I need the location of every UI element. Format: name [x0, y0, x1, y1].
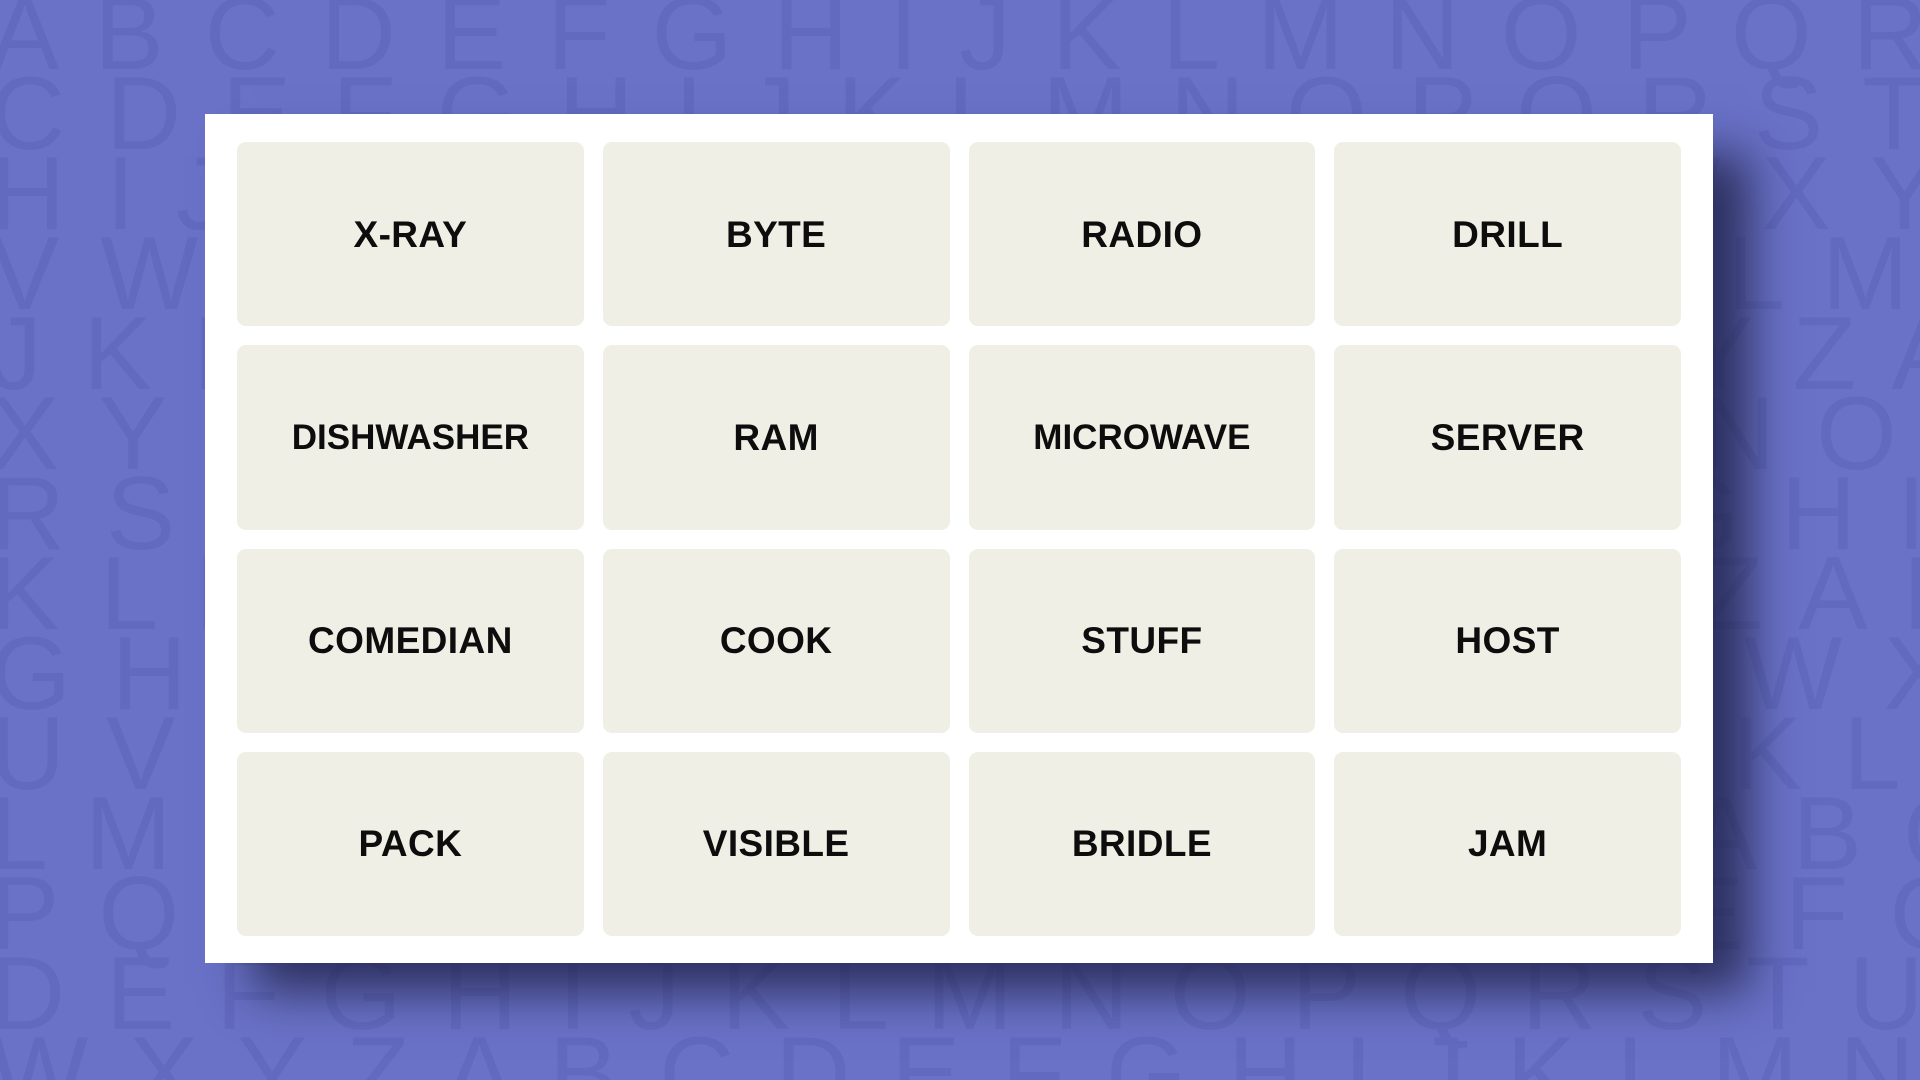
puzzle-tile-label: SERVER — [1430, 416, 1585, 458]
wallpaper-letter-row: A B C D E F G H I J K L M N O P Q R S T … — [0, 0, 1920, 92]
puzzle-tile-label: STUFF — [1081, 620, 1203, 662]
puzzle-tile[interactable]: COOK — [602, 548, 950, 733]
puzzle-tile[interactable]: X-RAY — [237, 142, 584, 327]
puzzle-tile-label: HOST — [1455, 620, 1560, 662]
puzzle-tile-label: BRIDLE — [1071, 823, 1212, 865]
puzzle-grid: X-RAY BYTE RADIO DRILL DISHWASHER RAM MICROWAV… — [237, 142, 1681, 936]
puzzle-tile-label: DRILL — [1452, 213, 1564, 255]
puzzle-tile[interactable]: RADIO — [968, 142, 1316, 327]
puzzle-card: X-RAY BYTE RADIO DRILL DISHWASHER RAM MICROWAV… — [205, 114, 1713, 963]
puzzle-tile-label: RAM — [733, 416, 819, 458]
puzzle-tile-label: BYTE — [725, 213, 827, 255]
puzzle-tile[interactable]: BRIDLE — [968, 751, 1316, 936]
puzzle-tile[interactable]: DISHWASHER — [237, 345, 584, 530]
puzzle-tile[interactable]: VISIBLE — [602, 751, 950, 936]
puzzle-tile-label: JAM — [1467, 823, 1548, 865]
puzzle-tile-label: X-RAY — [353, 213, 468, 255]
puzzle-tile[interactable]: MICROWAVE — [968, 345, 1316, 530]
puzzle-tile-label: RADIO — [1081, 213, 1203, 255]
puzzle-tile-label: COMEDIAN — [308, 620, 513, 662]
wallpaper-letter-row: W X Y Z A B C D E F G H I J K L M N O P … — [0, 1016, 1920, 1080]
puzzle-tile[interactable]: DRILL — [1334, 142, 1681, 327]
puzzle-tile[interactable]: RAM — [602, 345, 950, 530]
puzzle-tile[interactable]: COMEDIAN — [237, 548, 584, 733]
puzzle-tile[interactable]: BYTE — [602, 142, 950, 327]
puzzle-tile[interactable]: SERVER — [1334, 345, 1681, 530]
puzzle-tile-label: VISIBLE — [702, 823, 850, 865]
puzzle-tile-label: PACK — [358, 823, 463, 865]
puzzle-tile-label: DISHWASHER — [291, 417, 529, 457]
puzzle-tile-label: COOK — [719, 620, 833, 662]
puzzle-tile[interactable]: PACK — [237, 751, 584, 936]
puzzle-tile[interactable]: STUFF — [968, 548, 1316, 733]
puzzle-tile[interactable]: JAM — [1334, 751, 1681, 936]
puzzle-screen: A B C D E F G H I J K L M N O P Q R S T … — [0, 0, 1920, 1080]
puzzle-tile-label: MICROWAVE — [1033, 417, 1251, 457]
puzzle-tile[interactable]: HOST — [1334, 548, 1681, 733]
